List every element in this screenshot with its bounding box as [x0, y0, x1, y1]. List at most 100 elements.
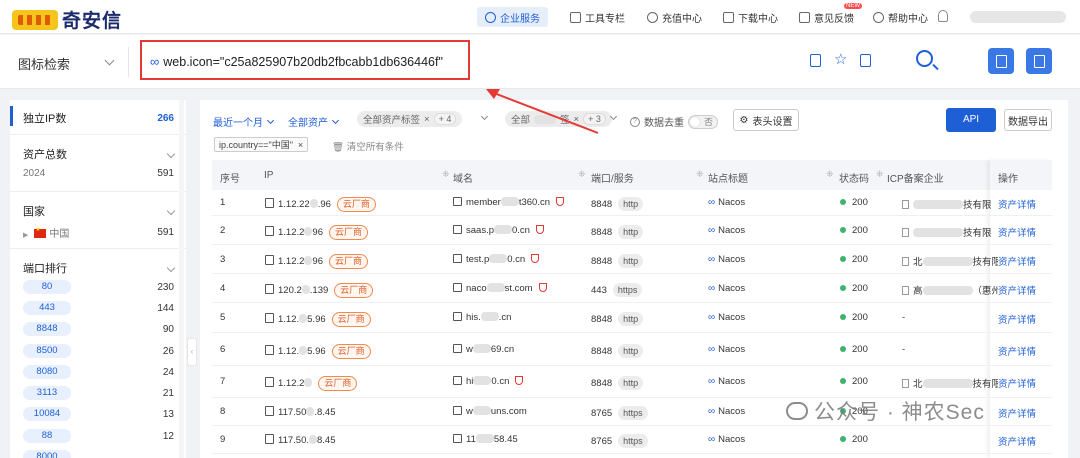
port-item[interactable]: 10084 13: [10, 407, 186, 421]
chevron-down-icon[interactable]: [104, 55, 115, 66]
nav-enterprise-service[interactable]: 企业服务: [477, 7, 548, 27]
ip-cell[interactable]: 1.12. 5.96 云厂商: [265, 344, 371, 359]
trash-icon[interactable]: [810, 54, 821, 67]
domain-cell[interactable]: w uns.com: [453, 406, 527, 417]
port-item[interactable]: 3113 21: [10, 386, 186, 400]
sort-icon[interactable]: ⁜: [578, 169, 586, 180]
domain-cell[interactable]: naco st.com: [453, 283, 547, 294]
asset-tag-filter[interactable]: 全部资产标签 × + 4: [357, 111, 463, 127]
stat-independent-ip[interactable]: 独立IP数 266: [10, 110, 186, 126]
port-item[interactable]: 8848 90: [10, 322, 186, 336]
user-account[interactable]: [970, 11, 1066, 23]
port-pill[interactable]: 443: [23, 301, 71, 315]
port-pill[interactable]: 80: [23, 280, 71, 294]
filter-icon[interactable]: ⁜: [876, 169, 884, 180]
ip-cell[interactable]: 117.50.8.45: [265, 434, 336, 446]
copy-icon[interactable]: [860, 54, 871, 67]
table-row[interactable]: 3 1.12.2 96 云厂商 test.p 0.cn 8848 http ∞ Nacos 200 北…: [212, 245, 1052, 274]
port-item[interactable]: 88 12: [10, 429, 186, 443]
chevron-down-icon[interactable]: [166, 263, 176, 273]
domain-cell[interactable]: 11 58.45: [453, 434, 518, 445]
time-filter[interactable]: 最近一个月: [213, 114, 275, 129]
port-item[interactable]: 8000: [10, 450, 186, 458]
close-icon[interactable]: ×: [298, 140, 303, 150]
dedup-toggle[interactable]: 否: [688, 114, 718, 129]
profile-button[interactable]: [988, 48, 1014, 74]
header-settings-button[interactable]: ⚙ 表头设置: [733, 109, 799, 131]
column-header[interactable]: 站点标题: [708, 170, 748, 185]
asset-detail-link[interactable]: 资产详情: [998, 312, 1036, 326]
edit-note-button[interactable]: [1026, 48, 1052, 74]
sort-icon[interactable]: ⁜: [442, 169, 450, 180]
domain-cell[interactable]: member t360.cn: [453, 197, 565, 208]
nav-help[interactable]: 帮助中心: [873, 8, 928, 26]
star-icon[interactable]: ☆: [834, 50, 847, 68]
column-header[interactable]: 域名: [453, 170, 473, 185]
table-row[interactable]: 7 1.12.2 云厂商 hi 0.cn 8848 http ∞ Nacos 200 北 技有限 资产详…: [212, 366, 1052, 398]
asset-detail-link[interactable]: 资产详情: [998, 376, 1036, 390]
port-pill[interactable]: 8500: [23, 344, 71, 358]
column-header[interactable]: ICP备案企业: [887, 170, 944, 185]
ip-cell[interactable]: 1.12.22 .96 云厂商: [265, 197, 376, 212]
port-pill[interactable]: 10084: [23, 407, 71, 421]
domain-cell[interactable]: hi 0.cn: [453, 376, 524, 387]
nav-recharge[interactable]: 充值中心: [647, 8, 702, 26]
stat-asset-year[interactable]: 2024 591: [10, 168, 186, 179]
chevron-down-icon[interactable]: [166, 206, 176, 216]
asset-detail-link[interactable]: 资产详情: [998, 406, 1036, 420]
nav-toolbox[interactable]: 工具专栏: [570, 8, 625, 26]
domain-cell[interactable]: w 69.cn: [453, 344, 514, 355]
asset-detail-link[interactable]: 资产详情: [998, 254, 1036, 268]
sidebar-scrollbar[interactable]: [179, 100, 184, 458]
sort-icon[interactable]: ⁜: [826, 169, 834, 180]
expand-arrow-icon[interactable]: ▶: [23, 232, 28, 239]
country-item[interactable]: ▶ 中国 591: [10, 225, 186, 240]
nav-feedback[interactable]: 意见反馈 NEW: [799, 3, 862, 26]
stat-country-header[interactable]: 国家: [10, 203, 186, 219]
collapse-sidebar-button[interactable]: ‹: [187, 338, 197, 366]
asset-detail-link[interactable]: 资产详情: [998, 197, 1036, 211]
port-pill[interactable]: 8000: [23, 450, 71, 458]
brand-logo[interactable]: 奇安信: [12, 6, 122, 33]
port-pill[interactable]: 8848: [23, 322, 71, 336]
asset-detail-link[interactable]: 资产详情: [998, 434, 1036, 448]
port-item[interactable]: 8080 24: [10, 365, 186, 379]
bell-icon[interactable]: [938, 10, 948, 22]
column-header[interactable]: 状态码: [839, 170, 869, 185]
ip-cell[interactable]: 1.12.2 96 云厂商: [265, 254, 369, 269]
search-button[interactable]: [916, 50, 933, 67]
table-row[interactable]: 2 1.12.2 96 云厂商 saas.p 0.cn 8848 http ∞ Nacos 200 技…: [212, 216, 1052, 245]
domain-cell[interactable]: test.p 0.cn: [453, 254, 540, 265]
port-item[interactable]: 80 230: [10, 280, 186, 294]
export-button[interactable]: 数据导出: [1004, 109, 1052, 131]
port-item[interactable]: 443 144: [10, 301, 186, 315]
ip-cell[interactable]: 117.50.8.45: [265, 406, 336, 418]
table-row[interactable]: 5 1.12. 5.96 云厂商 his. .cn 8848 http ∞ Nacos 200 - 资产…: [212, 303, 1052, 333]
port-pill[interactable]: 8080: [23, 365, 71, 379]
clear-all-conditions-button[interactable]: 🗑 清空所有条件: [332, 139, 404, 153]
close-icon[interactable]: ×: [424, 114, 430, 125]
help-icon[interactable]: ?: [630, 116, 640, 127]
nav-download[interactable]: 下载中心: [723, 8, 778, 26]
search-type-select[interactable]: 图标检索: [18, 54, 70, 73]
search-input[interactable]: ∞ web.icon="c25a825907b20db2fbcabb1db636…: [150, 54, 443, 69]
column-header[interactable]: IP: [264, 170, 273, 181]
domain-cell[interactable]: saas.p 0.cn: [453, 225, 544, 236]
ip-cell[interactable]: 120.2 .139 云厂商: [265, 283, 374, 298]
port-pill[interactable]: 3113: [23, 386, 71, 400]
api-button[interactable]: API: [946, 108, 996, 132]
table-row[interactable]: 1 1.12.22 .96 云厂商 member t360.cn 8848 http ∞ Naco…: [212, 190, 1052, 216]
chevron-down-icon[interactable]: [166, 149, 176, 159]
stat-port-rank-header[interactable]: 端口排行: [10, 260, 186, 276]
port-pill[interactable]: 88: [23, 429, 71, 443]
table-row[interactable]: 6 1.12. 5.96 云厂商 w 69.cn 8848 http ∞ Nacos 200 - 资产详…: [212, 333, 1052, 366]
domain-cell[interactable]: his. .cn: [453, 312, 511, 323]
asset-detail-link[interactable]: 资产详情: [998, 225, 1036, 239]
asset-detail-link[interactable]: 资产详情: [998, 283, 1036, 297]
asset-filter[interactable]: 全部资产: [288, 114, 340, 129]
ip-cell[interactable]: 1.12.2 云厂商: [265, 376, 358, 391]
ip-cell[interactable]: 1.12.2 96 云厂商: [265, 225, 369, 240]
column-header[interactable]: 端口/服务: [591, 170, 634, 185]
condition-chip[interactable]: ip.country=="中国" ×: [214, 137, 309, 152]
table-row[interactable]: 4 120.2 .139 云厂商 naco st.com 443 https ∞ Nacos 200…: [212, 274, 1052, 303]
